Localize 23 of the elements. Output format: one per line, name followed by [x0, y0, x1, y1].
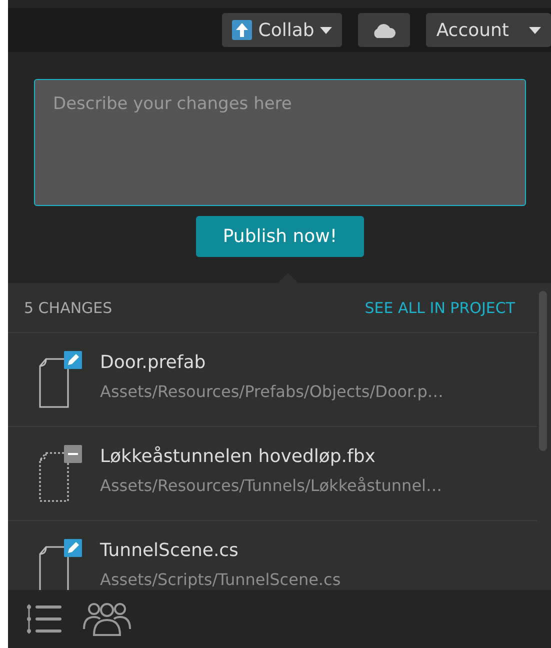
account-button[interactable]: Account [426, 13, 551, 47]
deleted-file-icon [38, 442, 82, 504]
people-icon[interactable] [82, 601, 132, 637]
file-path: Assets/Scripts/TunnelScene.cs [100, 568, 341, 590]
file-path: Assets/Resources/Prefabs/Objects/Door.p… [100, 380, 444, 402]
caret-icon [529, 26, 541, 34]
file-name: Door.prefab [100, 350, 207, 374]
changes-count: 5 CHANGES [24, 298, 112, 319]
modified-file-icon [38, 536, 82, 590]
see-all-link[interactable]: SEE ALL IN PROJECT [364, 297, 515, 320]
publish-button[interactable]: Publish now! [196, 216, 364, 257]
collab-button[interactable]: Collab [222, 13, 342, 47]
scrollbar[interactable] [539, 291, 547, 451]
caret-icon [320, 26, 332, 34]
cloud-button[interactable] [358, 13, 410, 47]
modified-file-icon [38, 348, 82, 410]
cloud-icon [372, 22, 396, 38]
list-icon[interactable] [26, 603, 62, 635]
upload-icon [232, 20, 252, 40]
file-name: Løkkeåstunnelen hovedløp.fbx [100, 444, 376, 468]
file-path: Assets/Resources/Tunnels/Løkkeåstunnel… [100, 474, 442, 496]
file-name: TunnelScene.cs [100, 538, 240, 562]
description-field[interactable]: Describe your changes here [34, 79, 526, 206]
